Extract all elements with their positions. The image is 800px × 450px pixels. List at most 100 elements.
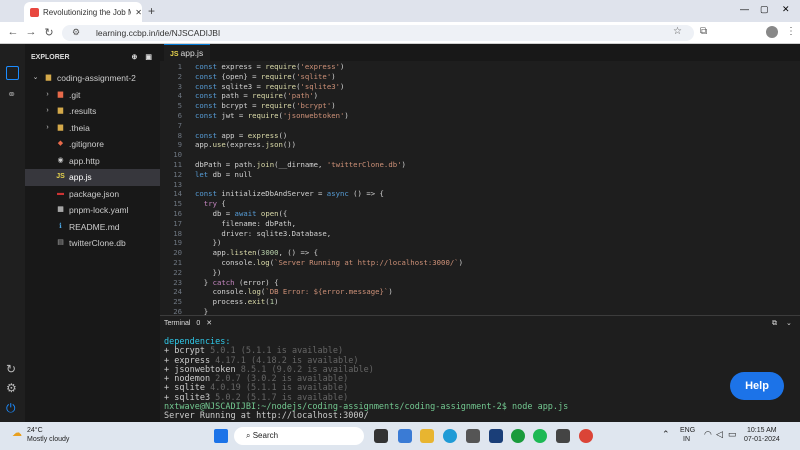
battery-icon[interactable]: ▭ — [728, 429, 737, 440]
code-line: }) — [195, 238, 222, 248]
tree-item[interactable]: › ▆ .results — [25, 103, 160, 120]
tree-item[interactable]: ▤ twitterClone.db — [25, 235, 160, 252]
source-control-icon[interactable]: ⚭ — [7, 88, 16, 101]
browser-tab[interactable]: Revolutionizing the Job Market ✕ — [24, 2, 142, 22]
clock-time[interactable]: 10:15 AM — [747, 427, 777, 434]
line-number: 24 — [173, 287, 182, 297]
database-file-icon: ▤ — [57, 239, 64, 246]
tree-item[interactable]: ◆ .gitignore — [25, 136, 160, 153]
task-view-icon[interactable] — [374, 429, 388, 443]
back-icon[interactable]: ← — [6, 26, 20, 38]
edge-icon[interactable] — [443, 429, 457, 443]
new-tab-button[interactable]: + — [148, 4, 155, 18]
line-number: 13 — [173, 179, 182, 189]
code-line: app.use(express.json()) — [195, 140, 297, 150]
folder-icon: ▆ — [57, 107, 64, 114]
forward-icon[interactable]: → — [24, 26, 38, 38]
js-file-icon: JS — [170, 51, 181, 58]
code-line: const {open} = require('sqlite') — [195, 71, 336, 81]
maximize-icon[interactable]: ▢ — [760, 4, 769, 15]
line-number: 16 — [173, 209, 182, 218]
volume-icon[interactable]: ◁ — [716, 429, 723, 440]
spotify-icon[interactable] — [533, 429, 547, 443]
minimize-icon[interactable]: — — [740, 4, 749, 14]
code-line: } — [195, 307, 209, 315]
power-icon[interactable]: ⏻ — [6, 401, 16, 416]
code-line: }) — [195, 267, 222, 277]
line-number: 4 — [177, 91, 182, 101]
maximize-panel-icon[interactable]: ⧉ — [772, 316, 777, 332]
tree-item[interactable]: ▦ pnpm-lock.yaml — [25, 202, 160, 219]
chevron-right-icon: › — [46, 123, 49, 131]
reload-icon[interactable]: ↻ — [42, 26, 56, 39]
close-terminal-icon[interactable]: ✕ — [206, 320, 212, 327]
code-line: try { — [203, 199, 226, 209]
code-line: const express = require('express') — [195, 62, 345, 71]
explorer-icon[interactable] — [6, 66, 19, 80]
app-icon[interactable] — [556, 429, 570, 443]
npm-file-icon: ▬ — [57, 189, 64, 197]
git-folder-icon: ▆ — [57, 90, 64, 98]
url-input[interactable]: learning.ccbp.in/ide/NJSCADIJBI — [62, 25, 694, 41]
line-number: 14 — [173, 189, 182, 199]
chrome-icon[interactable] — [579, 429, 593, 443]
search-icon: ⌕ — [246, 431, 253, 440]
clock-date[interactable]: 07-01-2024 — [744, 436, 780, 443]
extensions-icon[interactable]: ⧉ — [700, 26, 707, 37]
wifi-icon[interactable]: ◠ — [704, 429, 712, 440]
weather-desc[interactable]: Mostly cloudy — [27, 436, 69, 443]
code-line: const app = express() — [195, 130, 288, 140]
weather-temp[interactable]: 24°C — [27, 427, 43, 434]
taskbar-search[interactable]: ⌕ Search — [234, 427, 364, 445]
lang-in[interactable]: IN — [683, 436, 690, 443]
explorer-sidebar: EXPLORER ⊕ ▣ ⌄ ▆ coding-assignment-2 › ▆ .git… — [25, 44, 160, 422]
store-icon[interactable] — [466, 429, 480, 443]
browser-tab-bar: Revolutionizing the Job Market ✕ + — ▢ ✕ — [0, 0, 800, 22]
settings-gear-icon[interactable]: ⚙ — [6, 381, 17, 395]
sync-icon[interactable]: ↻ — [6, 362, 16, 376]
js-file-icon: JS — [56, 173, 65, 180]
activity-bar: ⚭ ↻ ⚙ ⏻ — [0, 44, 25, 422]
terminal-tab[interactable]: Terminal — [164, 320, 190, 327]
tree-item-selected[interactable]: JS app.js — [25, 169, 160, 186]
help-button[interactable]: Help — [730, 372, 784, 400]
lms-app-icon[interactable] — [489, 429, 503, 443]
terminal-output: Server Running at http://localhost:3000/ — [164, 411, 369, 422]
lang-eng[interactable]: ENG — [680, 427, 695, 434]
line-number: 11 — [173, 160, 182, 169]
weather-icon: ☁ — [12, 428, 22, 439]
tray-chevron-up-icon[interactable]: ⌃ — [662, 429, 670, 440]
new-folder-icon[interactable]: ▣ — [145, 53, 152, 61]
http-file-icon: ◉ — [57, 156, 64, 164]
code-line: let db = null — [195, 169, 253, 179]
folder-root[interactable]: ⌄ ▆ coding-assignment-2 — [25, 70, 160, 87]
editor-tabs: JS app.js — [160, 44, 800, 61]
widgets-icon[interactable] — [398, 429, 412, 443]
line-number: 19 — [173, 238, 182, 248]
close-window-icon[interactable]: ✕ — [782, 4, 790, 15]
terminal-count: 0 — [196, 320, 201, 327]
code-editor[interactable]: 1 const express = require('express') 2 cons… — [160, 61, 800, 315]
profile-avatar[interactable] — [766, 26, 778, 38]
editor-tab-app-js[interactable]: JS app.js — [164, 44, 210, 61]
close-tab-icon[interactable]: ✕ — [135, 8, 142, 17]
start-button[interactable] — [214, 429, 228, 443]
line-number: 5 — [177, 101, 182, 111]
site-info-icon[interactable]: ⚙ — [72, 27, 80, 38]
chevron-down-icon[interactable]: ⌄ — [786, 316, 792, 332]
tree-item[interactable]: ℹ README.md — [25, 219, 160, 236]
address-bar: ← → ↻ learning.ccbp.in/ide/NJSCADIJBI ⚙ … — [0, 22, 800, 44]
new-file-icon[interactable]: ⊕ — [132, 53, 138, 61]
tree-item[interactable]: ▬ package.json — [25, 186, 160, 203]
code-line: filename: dbPath, — [195, 218, 297, 228]
line-number: 10 — [173, 150, 182, 160]
xbox-icon[interactable] — [511, 429, 525, 443]
code-line: const bcrypt = require('bcrypt') — [195, 101, 336, 111]
tree-item[interactable]: › ▆ .git — [25, 87, 160, 104]
tree-item[interactable]: ◉ app.http — [25, 153, 160, 170]
browser-tab-title: Revolutionizing the Job Market — [43, 7, 132, 17]
tree-item[interactable]: › ▆ .theia — [25, 120, 160, 137]
file-explorer-icon[interactable] — [420, 429, 434, 443]
menu-icon[interactable]: ⋮ — [786, 26, 796, 37]
bookmark-star-icon[interactable]: ☆ — [673, 26, 682, 37]
